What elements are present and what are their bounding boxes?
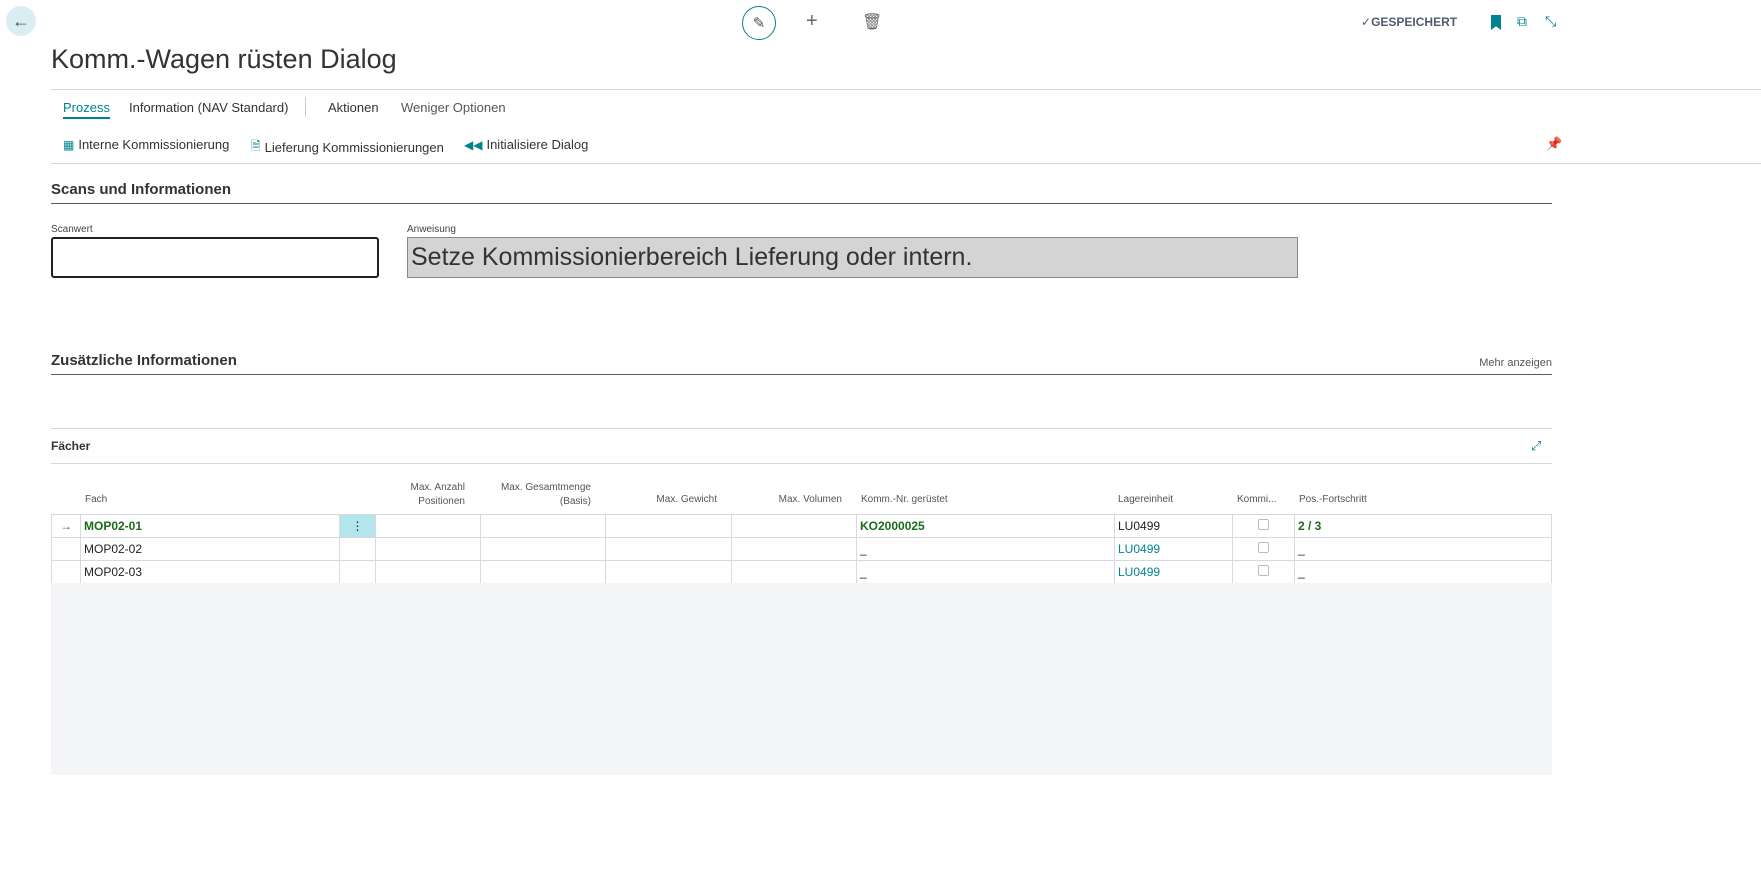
column-header-max-volumen[interactable]: Max. Volumen xyxy=(731,494,842,505)
arrow-left-icon: ← xyxy=(12,10,30,31)
lagereinheit-cell[interactable]: LU0499 xyxy=(1114,514,1233,538)
kommi-checkbox[interactable] xyxy=(1232,537,1295,561)
table-row[interactable]: → MOP02-01 ⋮ KO2000025 LU0499 2 / 3 xyxy=(51,514,1552,538)
add-button[interactable]: + xyxy=(806,10,818,33)
instruction-label: Anweisung xyxy=(407,224,456,235)
cell xyxy=(731,537,857,561)
plus-icon: + xyxy=(806,10,818,32)
rewind-icon: ◀◀ xyxy=(464,137,483,152)
divider xyxy=(51,89,1761,90)
column-header-kommi[interactable]: Kommi... xyxy=(1237,494,1276,505)
column-header-max-gewicht[interactable]: Max. Gewicht xyxy=(605,494,717,505)
tab-information[interactable]: Information (NAV Standard) xyxy=(129,100,288,115)
action-lieferung-kommissionierungen[interactable]: 🗎 Lieferung Kommissionierungen xyxy=(251,137,444,158)
cell xyxy=(480,514,606,538)
lagereinheit-cell[interactable]: LU0499 xyxy=(1114,537,1233,561)
faecher-title: Fächer xyxy=(51,439,91,453)
table-row[interactable]: MOP02-02 _ LU0499 _ xyxy=(51,537,1552,561)
fortschritt-cell: _ xyxy=(1294,537,1552,561)
open-new-window-icon[interactable]: ⧉ xyxy=(1517,13,1527,30)
section-title-additional: Zusätzliche Informationen xyxy=(51,352,237,369)
cell xyxy=(375,514,481,538)
lagereinheit-cell[interactable]: LU0499 xyxy=(1114,560,1233,584)
table-row[interactable]: MOP02-03 _ LU0499 _ xyxy=(51,560,1552,584)
cell xyxy=(605,560,732,584)
action-initialisiere-dialog[interactable]: ◀◀ Initialisiere Dialog xyxy=(464,137,588,152)
back-button[interactable]: ← xyxy=(6,6,36,36)
expand-icon[interactable]: ⤢ xyxy=(1531,438,1541,454)
divider xyxy=(51,463,1552,464)
section-line xyxy=(51,203,1552,204)
column-header-lagereinheit[interactable]: Lagereinheit xyxy=(1118,494,1173,505)
column-header-komm-nr[interactable]: Komm.-Nr. gerüstet xyxy=(861,494,948,505)
saved-status: ✓GESPEICHERT xyxy=(1361,15,1458,29)
scan-input[interactable] xyxy=(51,237,379,278)
pencil-icon: ✎ xyxy=(752,15,766,32)
cell xyxy=(731,514,857,538)
cell xyxy=(375,560,481,584)
cell xyxy=(375,537,481,561)
komm-nr-cell[interactable]: _ xyxy=(856,560,1115,584)
column-header-max-anzahl[interactable]: Max. Anzahl Positionen xyxy=(375,481,465,509)
section-line xyxy=(51,374,1552,375)
row-indicator-arrow-icon: → xyxy=(51,514,81,538)
trash-icon: 🗑 xyxy=(862,14,883,31)
komm-nr-cell[interactable]: _ xyxy=(856,537,1115,561)
bookmark-icon[interactable] xyxy=(1491,15,1501,30)
fach-cell[interactable]: MOP02-03 xyxy=(80,560,340,584)
column-header-max-gesamtmenge[interactable]: Max. Gesamtmenge (Basis) xyxy=(480,481,591,509)
fortschritt-cell: _ xyxy=(1294,560,1552,584)
divider xyxy=(51,163,1761,164)
komm-nr-cell[interactable]: KO2000025 xyxy=(856,514,1115,538)
kommi-checkbox[interactable] xyxy=(1232,560,1295,584)
fach-cell[interactable]: MOP02-02 xyxy=(80,537,340,561)
fach-cell[interactable]: MOP02-01 xyxy=(80,514,340,538)
section-title-scans: Scans und Informationen xyxy=(51,181,232,198)
column-header-fach[interactable]: Fach xyxy=(85,494,107,505)
tab-weniger-optionen[interactable]: Weniger Optionen xyxy=(401,100,506,115)
instruction-field: Setze Kommissionierbereich Lieferung ode… xyxy=(407,237,1298,278)
edit-button[interactable]: ✎ xyxy=(742,6,776,40)
tab-prozess[interactable]: Prozess xyxy=(63,100,110,119)
divider xyxy=(51,428,1552,429)
cell xyxy=(51,537,81,561)
delete-button[interactable]: 🗑 xyxy=(862,12,882,32)
cell xyxy=(339,560,376,584)
table-empty-area xyxy=(51,583,1552,775)
cell xyxy=(605,514,732,538)
column-header-fortschritt[interactable]: Pos.-Fortschritt xyxy=(1299,494,1367,505)
tab-separator xyxy=(305,97,306,117)
cell xyxy=(605,537,732,561)
cell xyxy=(731,560,857,584)
cell xyxy=(51,560,81,584)
cell xyxy=(480,560,606,584)
fortschritt-cell: 2 / 3 xyxy=(1294,514,1552,538)
check-icon: ✓ xyxy=(1361,15,1372,29)
pin-icon[interactable]: 📌 xyxy=(1546,136,1562,152)
collapse-icon[interactable]: ⤡ xyxy=(1545,13,1556,30)
cell xyxy=(339,537,376,561)
scan-label: Scanwert xyxy=(51,224,93,235)
action-interne-kommissionierung[interactable]: ▦ Interne Kommissionierung xyxy=(63,137,229,152)
cell xyxy=(480,537,606,561)
page-title: Komm.-Wagen rüsten Dialog xyxy=(51,44,397,74)
row-menu-button[interactable]: ⋮ xyxy=(339,514,376,538)
show-more-link[interactable]: Mehr anzeigen xyxy=(1479,357,1552,369)
kommi-checkbox[interactable] xyxy=(1232,514,1295,538)
faecher-table: → MOP02-01 ⋮ KO2000025 LU0499 2 / 3 MOP0… xyxy=(51,514,1552,584)
picking-icon: ▦ xyxy=(63,137,75,152)
document-icon: 🗎 xyxy=(251,139,261,153)
tab-aktionen[interactable]: Aktionen xyxy=(328,100,379,115)
